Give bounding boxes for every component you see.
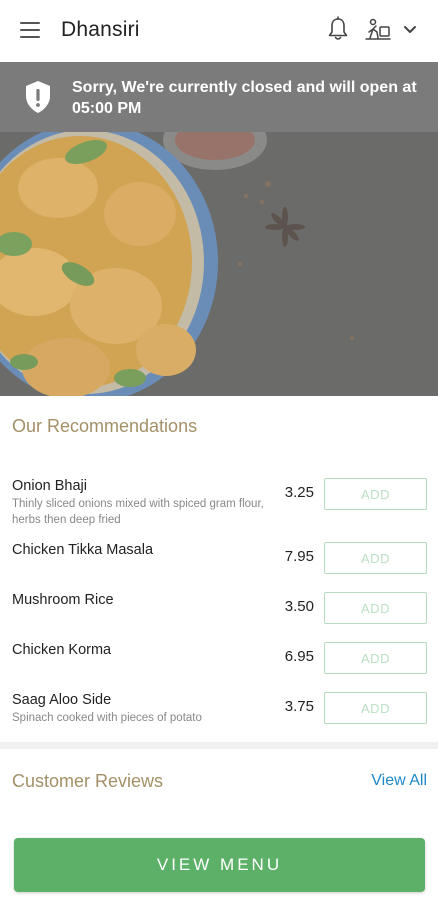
bell-icon[interactable] bbox=[326, 16, 350, 42]
add-to-cart-button[interactable]: ADD bbox=[324, 478, 427, 510]
section-divider bbox=[0, 742, 438, 749]
restaurant-title: Dhansiri bbox=[61, 18, 140, 41]
item-price: 3.50 bbox=[284, 598, 314, 615]
item-name: Onion Bhaji bbox=[12, 478, 87, 494]
menu-item: Saag Aloo Side Spinach cooked with piece… bbox=[0, 692, 438, 742]
item-name: Chicken Korma bbox=[12, 642, 112, 658]
view-menu-button[interactable]: VIEW MENU bbox=[14, 838, 425, 892]
item-price: 3.25 bbox=[284, 484, 314, 501]
item-name: Mushroom Rice bbox=[12, 592, 114, 608]
add-to-cart-button[interactable]: ADD bbox=[324, 542, 427, 574]
item-description: Thinly sliced onions mixed with spiced g… bbox=[12, 498, 264, 526]
add-to-cart-button[interactable]: ADD bbox=[324, 692, 427, 724]
closed-notice-banner: Sorry, We're currently closed and will o… bbox=[0, 62, 438, 132]
add-to-cart-button[interactable]: ADD bbox=[324, 642, 427, 674]
add-to-cart-button[interactable]: ADD bbox=[324, 592, 427, 624]
app-bar: Dhansiri bbox=[0, 0, 438, 62]
pedestrian-delivery-icon[interactable] bbox=[364, 18, 392, 42]
item-description: Spinach cooked with pieces of potato bbox=[12, 712, 202, 724]
shield-alert-icon bbox=[26, 81, 50, 113]
item-price: 3.75 bbox=[284, 698, 314, 715]
item-name: Saag Aloo Side bbox=[12, 692, 112, 708]
hamburger-menu-icon[interactable] bbox=[20, 22, 40, 38]
menu-item: Chicken Korma 6.95 ADD bbox=[0, 642, 438, 692]
food-curry-dish-photo bbox=[0, 132, 438, 396]
view-all-reviews-link[interactable]: View All bbox=[371, 772, 427, 790]
menu-item: Mushroom Rice 3.50 ADD bbox=[0, 592, 438, 642]
menu-item: Onion Bhaji Thinly sliced onions mixed w… bbox=[0, 478, 438, 528]
menu-item: Chicken Tikka Masala 7.95 ADD bbox=[0, 542, 438, 592]
item-price: 7.95 bbox=[284, 548, 314, 565]
item-name: Chicken Tikka Masala bbox=[12, 542, 154, 558]
recommendations-heading: Our Recommendations bbox=[12, 416, 198, 436]
chevron-down-icon[interactable] bbox=[403, 25, 417, 35]
customer-reviews-heading: Customer Reviews bbox=[12, 771, 164, 791]
closed-message: Sorry, We're currently closed and will o… bbox=[72, 79, 417, 117]
item-price: 6.95 bbox=[284, 648, 314, 665]
